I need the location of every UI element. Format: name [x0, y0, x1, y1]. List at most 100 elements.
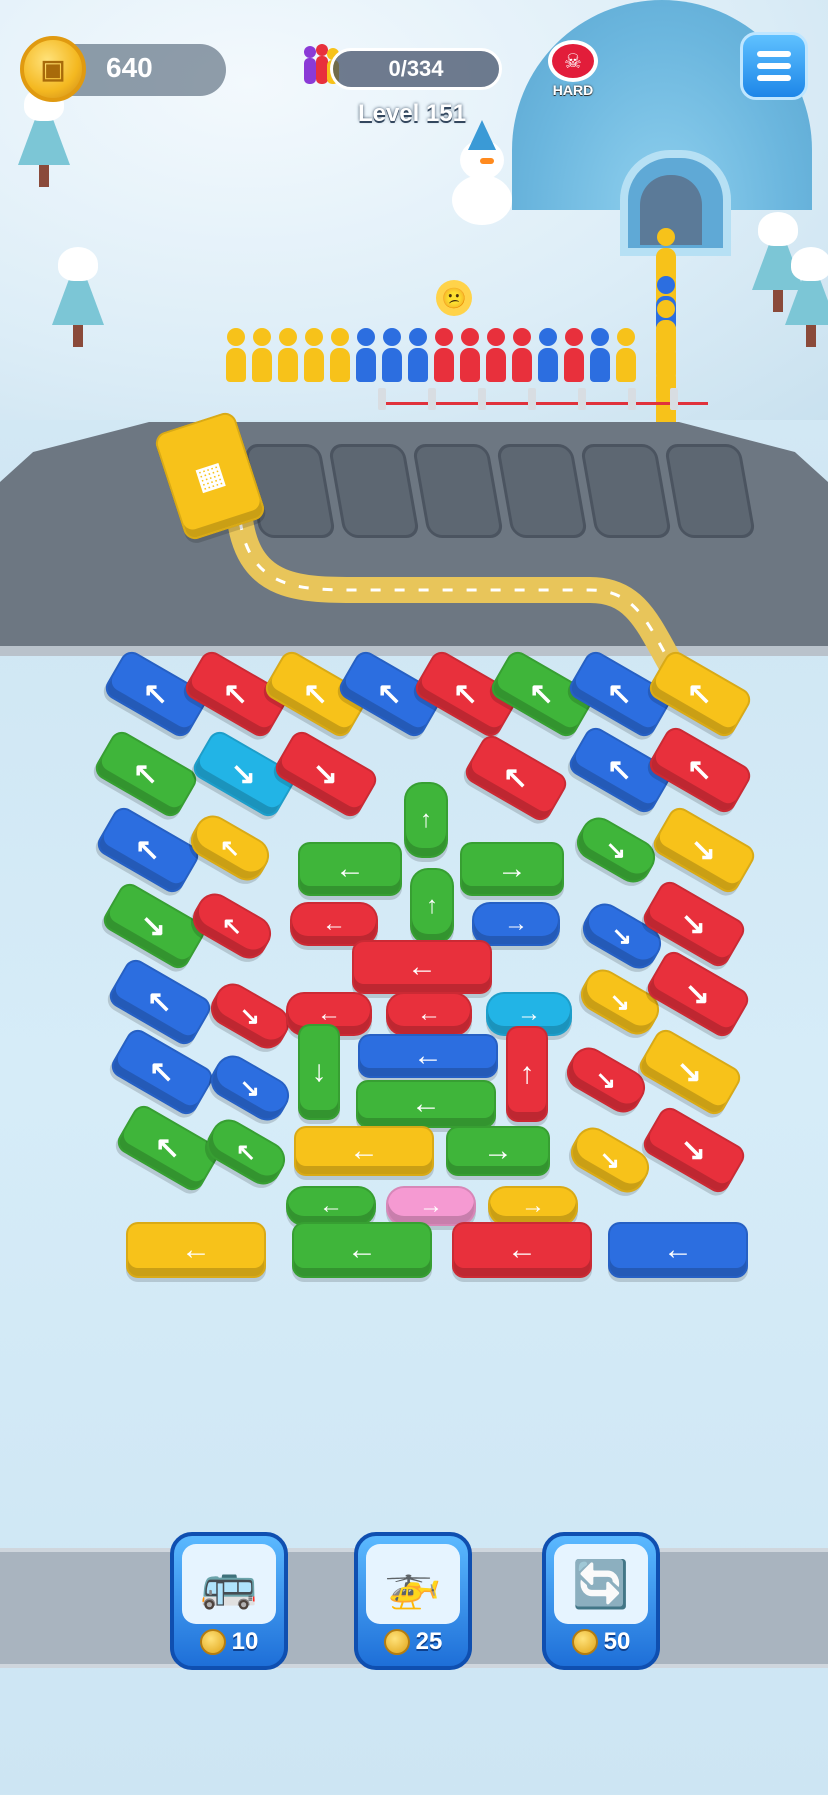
red-bus[interactable]: ←	[452, 1222, 592, 1278]
blue-bus[interactable]: ←	[608, 1222, 748, 1278]
direction-arrow-icon: ↘	[611, 922, 633, 950]
red-bus[interactable]: ←	[352, 940, 492, 994]
bus-route-path	[227, 507, 693, 693]
direction-arrow-icon: →	[483, 1134, 513, 1167]
direction-arrow-icon: →	[521, 1192, 545, 1219]
direction-arrow-icon: ↖	[223, 677, 249, 711]
direction-arrow-icon: ↖	[529, 677, 555, 711]
green-bus[interactable]: →	[460, 842, 564, 896]
direction-arrow-icon: ↖	[235, 1138, 257, 1166]
blue-bus[interactable]: ↖	[105, 955, 215, 1049]
direction-arrow-icon: ↘	[681, 907, 707, 941]
red-bus[interactable]: ↘	[639, 1103, 749, 1197]
direction-arrow-icon: ↘	[239, 1002, 261, 1030]
direction-arrow-icon: ←	[413, 1039, 443, 1072]
green-car[interactable]: ↘	[570, 810, 662, 890]
direction-arrow-icon: ↘	[141, 909, 167, 943]
red-bus[interactable]: ↖	[645, 723, 755, 817]
direction-arrow-icon: ↖	[147, 985, 173, 1019]
direction-arrow-icon: ↖	[453, 677, 479, 711]
green-bus[interactable]: →	[446, 1126, 550, 1176]
direction-arrow-icon: ←	[347, 1233, 377, 1266]
booster-price: 25	[358, 1628, 468, 1656]
direction-arrow-icon: ↖	[607, 677, 633, 711]
helicopter-icon: 🚁	[366, 1544, 460, 1624]
shuffle-people-icon: 🔄	[554, 1544, 648, 1624]
red-car[interactable]: ↘	[560, 1040, 652, 1120]
direction-arrow-icon: ←	[507, 1233, 537, 1266]
direction-arrow-icon: ←	[417, 1000, 441, 1027]
direction-arrow-icon: ↘	[313, 757, 339, 791]
repaint-bus-icon: 🚌	[182, 1544, 276, 1624]
blue-bus[interactable]: ←	[358, 1034, 498, 1078]
green-bus[interactable]: ←	[292, 1222, 432, 1278]
green-bus[interactable]: ←	[356, 1080, 496, 1128]
red-bus[interactable]: ↘	[643, 947, 753, 1041]
direction-arrow-icon: ↑	[420, 806, 432, 833]
direction-arrow-icon: ↖	[687, 677, 713, 711]
direction-arrow-icon: ↖	[135, 833, 161, 867]
booster-price-value: 25	[415, 1628, 443, 1655]
red-bus[interactable]: ↑	[506, 1026, 548, 1122]
green-bus[interactable]: ←	[298, 842, 402, 896]
direction-arrow-icon: ←	[319, 1192, 343, 1219]
green-bus[interactable]: ↘	[99, 879, 209, 973]
direction-arrow-icon: ↘	[609, 988, 631, 1016]
direction-arrow-icon: ↘	[595, 1066, 617, 1094]
green-bus[interactable]: ↖	[91, 727, 201, 821]
yellow-bus[interactable]: ←	[126, 1222, 266, 1278]
direction-arrow-icon: ↖	[143, 677, 169, 711]
yellow-car[interactable]: →	[488, 1186, 578, 1226]
direction-arrow-icon: ↘	[605, 836, 627, 864]
direction-arrow-icon: ↖	[607, 753, 633, 787]
yellow-bus[interactable]: ←	[294, 1126, 434, 1176]
direction-arrow-icon: ↑	[426, 892, 438, 919]
red-bus[interactable]: ↘	[271, 727, 381, 821]
direction-arrow-icon: ←	[407, 950, 437, 983]
direction-arrow-icon: ↓	[311, 1055, 327, 1088]
yellow-bus[interactable]: ↘	[635, 1025, 745, 1119]
booster-price-value: 10	[231, 1628, 259, 1655]
green-car[interactable]: ↖	[200, 1112, 292, 1192]
yellow-car[interactable]: ↘	[574, 962, 666, 1042]
shuffle-people-booster-button[interactable]: 🔄 50	[542, 1532, 660, 1670]
blue-bus[interactable]: ↖	[93, 803, 203, 897]
green-car[interactable]: ↑	[410, 868, 454, 944]
direction-arrow-icon: →	[497, 852, 527, 885]
direction-arrow-icon: ↘	[685, 977, 711, 1011]
green-car[interactable]: ↑	[404, 782, 448, 858]
direction-arrow-icon: ↘	[239, 1074, 261, 1102]
red-car[interactable]: ←	[386, 992, 472, 1036]
direction-arrow-icon: ↖	[155, 1131, 181, 1165]
direction-arrow-icon: ↖	[219, 834, 241, 862]
direction-arrow-icon: →	[517, 1000, 541, 1027]
red-car[interactable]: ↖	[186, 886, 278, 966]
pink-car[interactable]: →	[386, 1186, 476, 1226]
blue-bus[interactable]: ↖	[107, 1025, 217, 1119]
booster-price: 50	[546, 1628, 656, 1656]
direction-arrow-icon: ↖	[377, 677, 403, 711]
yellow-car[interactable]: ↖	[184, 808, 276, 888]
direction-arrow-icon: ↘	[599, 1146, 621, 1174]
direction-arrow-icon: ←	[663, 1233, 693, 1266]
direction-arrow-icon: ↖	[687, 753, 713, 787]
direction-arrow-icon: ↖	[149, 1055, 175, 1089]
red-car[interactable]: ↘	[204, 976, 296, 1056]
green-car[interactable]: ←	[286, 1186, 376, 1226]
direction-arrow-icon: ↖	[303, 677, 329, 711]
direction-arrow-icon: ↖	[503, 761, 529, 795]
booster-price: 10	[174, 1628, 284, 1656]
yellow-car[interactable]: ↘	[564, 1120, 656, 1200]
red-bus[interactable]: ↖	[461, 731, 571, 825]
direction-arrow-icon: ↖	[133, 757, 159, 791]
helicopter-booster-button[interactable]: 🚁 25	[354, 1532, 472, 1670]
blue-car[interactable]: ↘	[204, 1048, 296, 1128]
coin-icon	[199, 1629, 226, 1655]
repaint-bus-booster-button[interactable]: 🚌 10	[170, 1532, 288, 1670]
green-bus[interactable]: ↓	[298, 1024, 340, 1120]
direction-arrow-icon: ↖	[221, 912, 243, 940]
direction-arrow-icon: ←	[335, 852, 365, 885]
blue-car[interactable]: →	[472, 902, 560, 946]
coin-icon	[571, 1629, 598, 1655]
direction-arrow-icon: ←	[349, 1134, 379, 1167]
